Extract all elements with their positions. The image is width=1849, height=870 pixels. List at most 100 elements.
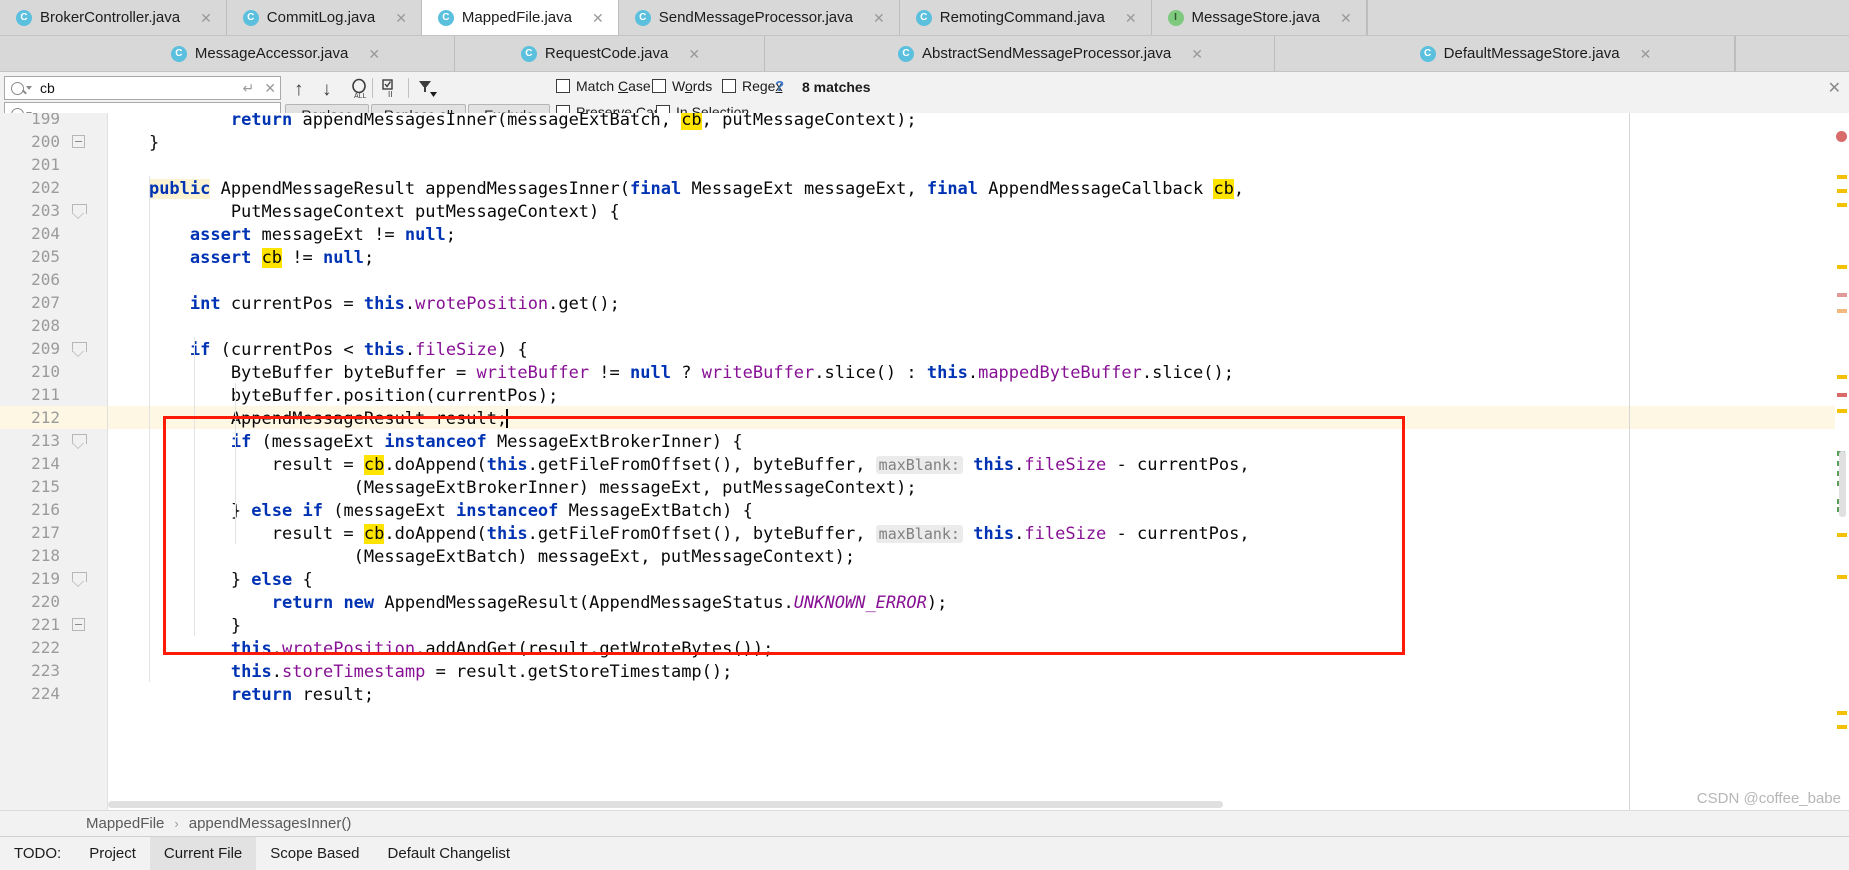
line-number: 202 <box>31 178 60 197</box>
fold-region-icon[interactable] <box>72 572 87 585</box>
line-number: 219 <box>31 569 60 588</box>
search-match-marker[interactable] <box>1837 409 1847 413</box>
code-token: cb <box>363 455 385 475</box>
breadcrumb-item[interactable]: appendMessagesInner() <box>189 815 352 832</box>
close-tab-icon[interactable]: ✕ <box>873 11 885 25</box>
close-tab-icon[interactable]: ✕ <box>1125 11 1137 25</box>
search-match-marker[interactable] <box>1837 725 1847 729</box>
fold-region-icon[interactable] <box>72 434 87 447</box>
code-line: assert cb != null; <box>108 247 374 270</box>
editor-tab-messagestore[interactable]: I MessageStore.java ✕ <box>1151 0 1367 35</box>
editor-tab-commitlog[interactable]: C CommitLog.java ✕ <box>226 0 422 35</box>
code-token: messageExt != <box>251 225 405 245</box>
fold-collapse-icon[interactable] <box>72 135 85 148</box>
code-token: .getFileFromOffset(), byteBuffer, <box>527 455 876 475</box>
line-number: 207 <box>31 293 60 312</box>
code-token: . <box>1014 524 1025 544</box>
todo-filter-scope-based[interactable]: Scope Based <box>256 837 373 870</box>
open-in-find-window-icon[interactable]: II <box>380 78 402 104</box>
code-token: writeBuffer <box>476 363 590 383</box>
code-token: .doAppend( <box>384 455 487 475</box>
code-token: null <box>323 248 364 268</box>
code-line: } <box>108 132 159 155</box>
code-token: } <box>108 570 252 590</box>
close-tab-icon[interactable]: ✕ <box>592 11 604 25</box>
editor-right-divider <box>1629 113 1630 810</box>
search-match-marker[interactable] <box>1837 393 1847 397</box>
tab-row-filler-2 <box>1735 36 1849 71</box>
code-editor[interactable]: 199 200 201 202 203 204 205 206 207 208 209 210 211 2… <box>0 113 1849 810</box>
enter-icon[interactable]: ↵ <box>243 80 255 97</box>
search-match-marker[interactable] <box>1837 293 1847 297</box>
editor-tab-remotingcommand[interactable]: C RemotingCommand.java ✕ <box>899 0 1152 35</box>
code-text-area[interactable]: return appendMessagesInner(messageExtBat… <box>108 113 1849 810</box>
words-checkbox[interactable]: Words <box>652 78 712 94</box>
editor-tab-mappedfile[interactable]: C MappedFile.java ✕ <box>421 0 619 35</box>
code-token: AppendMessageCallback <box>978 179 1214 199</box>
match-case-checkbox[interactable]: Match Case <box>556 78 651 94</box>
horizontal-scrollbar-thumb[interactable] <box>108 801 1223 808</box>
breadcrumb-item[interactable]: MappedFile <box>86 815 164 832</box>
vertical-scrollbar-thumb[interactable] <box>1839 451 1846 517</box>
editor-tab-sendmessageprocessor[interactable]: C SendMessageProcessor.java ✕ <box>618 0 900 35</box>
editor-tab-requestcode[interactable]: C RequestCode.java ✕ <box>455 36 765 71</box>
code-line: } else { <box>108 569 313 592</box>
line-number: 205 <box>31 247 60 266</box>
text-caret <box>505 409 508 428</box>
editor-tab-defaultmessagestore[interactable]: C DefaultMessageStore.java ✕ <box>1335 36 1735 71</box>
breadcrumb[interactable]: MappedFile › appendMessagesInner() <box>0 810 1849 836</box>
code-token: . <box>271 662 283 682</box>
editor-tab-abstractsendmessageprocessor[interactable]: C AbstractSendMessageProcessor.java ✕ <box>825 36 1275 71</box>
close-tab-icon[interactable]: ✕ <box>200 11 212 25</box>
close-tab-icon[interactable]: ✕ <box>1640 47 1652 61</box>
search-match-marker[interactable] <box>1837 533 1847 537</box>
bottom-tool-window-bar: TODO: Project Current File Scope Based Defau… <box>0 836 1849 870</box>
code-token: assert <box>189 225 252 245</box>
search-match-marker[interactable] <box>1837 711 1847 715</box>
regex-checkbox[interactable]: Regex <box>722 78 782 94</box>
code-line: int currentPos = this.wrotePosition.get(… <box>108 293 620 316</box>
filter-icon[interactable] <box>416 78 440 104</box>
line-number-gutter[interactable]: 199 200 201 202 203 204 205 206 207 208 209 210 211 2… <box>0 113 108 810</box>
line-number: 210 <box>31 362 60 381</box>
editor-tab-row-primary: C BrokerController.java ✕ C CommitLog.java ✕ C… <box>0 0 1849 36</box>
code-token: cb <box>1213 179 1234 199</box>
close-tab-icon[interactable]: ✕ <box>688 47 700 61</box>
error-marker-icon[interactable] <box>1836 131 1847 142</box>
fold-collapse-icon[interactable] <box>72 618 85 631</box>
code-token: fileSize <box>1024 524 1107 544</box>
select-all-occurrences-icon[interactable]: ALL <box>348 78 370 104</box>
code-token: this <box>230 662 272 682</box>
editor-tab-messageaccessor[interactable]: C MessageAccessor.java ✕ <box>95 36 455 71</box>
search-match-marker[interactable] <box>1837 375 1847 379</box>
clear-search-icon[interactable]: ✕ <box>264 80 276 97</box>
close-tab-icon[interactable]: ✕ <box>395 11 407 25</box>
todo-filter-current-file[interactable]: Current File <box>149 837 257 870</box>
close-tab-icon[interactable]: ✕ <box>368 47 380 61</box>
search-match-marker[interactable] <box>1837 189 1847 193</box>
search-match-marker[interactable] <box>1837 175 1847 179</box>
todo-filter-default-changelist[interactable]: Default Changelist <box>374 837 525 870</box>
search-input[interactable]: cb ↵ ✕ <box>4 76 281 100</box>
find-next-icon[interactable]: ↓ <box>322 80 332 99</box>
code-token: . <box>404 340 416 360</box>
find-previous-icon[interactable]: ↑ <box>294 80 304 99</box>
close-tab-icon[interactable]: ✕ <box>1340 11 1352 25</box>
svg-text:ALL: ALL <box>354 93 367 100</box>
fold-region-icon[interactable] <box>72 204 87 217</box>
close-tab-icon[interactable]: ✕ <box>1191 47 1203 61</box>
close-find-icon[interactable]: ✕ <box>1828 78 1841 98</box>
search-match-marker[interactable] <box>1837 309 1847 313</box>
search-match-marker[interactable] <box>1837 265 1847 269</box>
editor-tab-brokercontroller[interactable]: C BrokerController.java ✕ <box>0 0 227 35</box>
line-number: 209 <box>31 339 60 358</box>
fold-region-icon[interactable] <box>72 342 87 355</box>
search-match-marker[interactable] <box>1837 575 1847 579</box>
search-match-marker[interactable] <box>1837 203 1847 207</box>
regex-help-icon[interactable]: ? <box>775 78 784 95</box>
todo-filter-project[interactable]: Project <box>75 837 150 870</box>
code-token: AppendMessageResult appendMessagesInner( <box>210 179 631 199</box>
line-number: 212 <box>31 408 60 427</box>
